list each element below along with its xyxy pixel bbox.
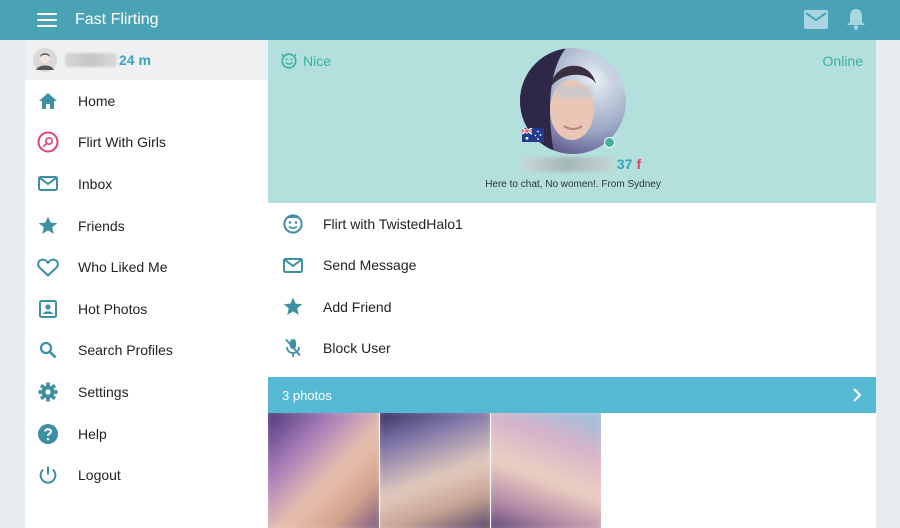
profile-actions: Flirt with TwistedHalo1 Send Message Add… — [268, 203, 876, 377]
help-icon — [36, 422, 60, 446]
add-friend-label: Add Friend — [323, 298, 392, 315]
send-message-label: Send Message — [323, 257, 417, 274]
home-icon — [36, 89, 60, 113]
search-icon — [36, 338, 60, 362]
sidebar-nav: Home Flirt With Girls Inbox Friends Who … — [25, 80, 268, 496]
photo-thumbnail[interactable] — [379, 413, 490, 528]
profile-name-obscured — [520, 156, 613, 172]
smiley-icon — [281, 53, 297, 69]
star-icon — [281, 295, 305, 319]
sidebar-item-settings[interactable]: Settings — [25, 371, 268, 413]
mic-off-icon — [281, 336, 305, 360]
sidebar-item-logout[interactable]: Logout — [25, 454, 268, 496]
sidebar-item-search-profiles[interactable]: Search Profiles — [25, 330, 268, 372]
profile-view: Nice Online 37 f Here to chat, No women!… — [268, 40, 876, 528]
power-icon — [36, 463, 60, 487]
star-icon — [36, 214, 60, 238]
sidebar-item-label: Search Profiles — [78, 342, 173, 359]
sidebar-item-label: Logout — [78, 467, 121, 484]
sidebar-item-label: Help — [78, 425, 107, 442]
chevron-right-icon — [853, 388, 862, 402]
sidebar-item-hot-photos[interactable]: Hot Photos — [25, 288, 268, 330]
mood-indicator: Nice — [281, 53, 331, 69]
photos-count-label: 3 photos — [282, 387, 332, 403]
flirt-button[interactable]: Flirt with TwistedHalo1 — [268, 203, 876, 245]
profile-header: Nice Online 37 f Here to chat, No women!… — [268, 40, 876, 203]
bell-icon[interactable] — [846, 8, 866, 30]
block-user-label: Block User — [323, 340, 391, 357]
envelope-icon — [281, 253, 305, 277]
top-app-bar: Fast Flirting — [0, 0, 900, 40]
add-friend-button[interactable]: Add Friend — [268, 286, 876, 328]
profile-sex: f — [636, 156, 642, 172]
photo-thumbnail[interactable] — [268, 413, 379, 528]
online-status: Online — [822, 53, 863, 69]
sidebar-item-home[interactable]: Home — [25, 80, 268, 122]
sidebar-item-label: Hot Photos — [78, 300, 148, 317]
sidebar-item-who-liked-me[interactable]: Who Liked Me — [25, 246, 268, 288]
menu-icon[interactable] — [37, 13, 57, 27]
app-title: Fast Flirting — [75, 11, 159, 28]
envelope-icon[interactable] — [804, 9, 828, 29]
sidebar: 24 m Home Flirt With Girls Inbox Friends — [25, 40, 268, 528]
envelope-icon — [36, 172, 60, 196]
profile-tagline: Here to chat, No women!. From Sydney — [485, 179, 661, 190]
heart-icon — [36, 255, 60, 279]
user-age-sex: 24 m — [119, 52, 151, 68]
australia-flag-icon — [522, 128, 544, 142]
sidebar-item-label: Settings — [78, 383, 129, 400]
flirt-target-icon — [36, 130, 60, 154]
sidebar-item-flirt-with-girls[interactable]: Flirt With Girls — [25, 122, 268, 164]
sidebar-item-help[interactable]: Help — [25, 413, 268, 455]
profile-age: 37 — [616, 156, 633, 172]
smiley-icon — [281, 212, 305, 236]
photo-thumbnail[interactable] — [490, 413, 601, 528]
sidebar-item-friends[interactable]: Friends — [25, 205, 268, 247]
right-gutter — [876, 40, 900, 528]
username-obscured — [65, 53, 117, 67]
online-dot — [604, 137, 615, 148]
send-message-button[interactable]: Send Message — [268, 245, 876, 287]
sidebar-item-inbox[interactable]: Inbox — [25, 163, 268, 205]
sidebar-item-label: Flirt With Girls — [78, 134, 166, 151]
gear-icon — [36, 380, 60, 404]
portrait-icon — [36, 297, 60, 321]
avatar — [33, 48, 57, 72]
sidebar-item-label: Inbox — [78, 175, 113, 192]
mood-label: Nice — [303, 53, 332, 69]
sidebar-item-label: Home — [78, 92, 116, 109]
sidebar-item-label: Who Liked Me — [78, 259, 168, 276]
block-user-button[interactable]: Block User — [268, 328, 876, 370]
flirt-button-label: Flirt with TwistedHalo1 — [323, 215, 463, 232]
photos-grid-empty — [601, 413, 876, 528]
current-user[interactable]: 24 m — [25, 40, 268, 80]
sidebar-item-label: Friends — [78, 217, 125, 234]
photos-grid — [268, 413, 876, 528]
photos-bar[interactable]: 3 photos — [268, 377, 876, 413]
